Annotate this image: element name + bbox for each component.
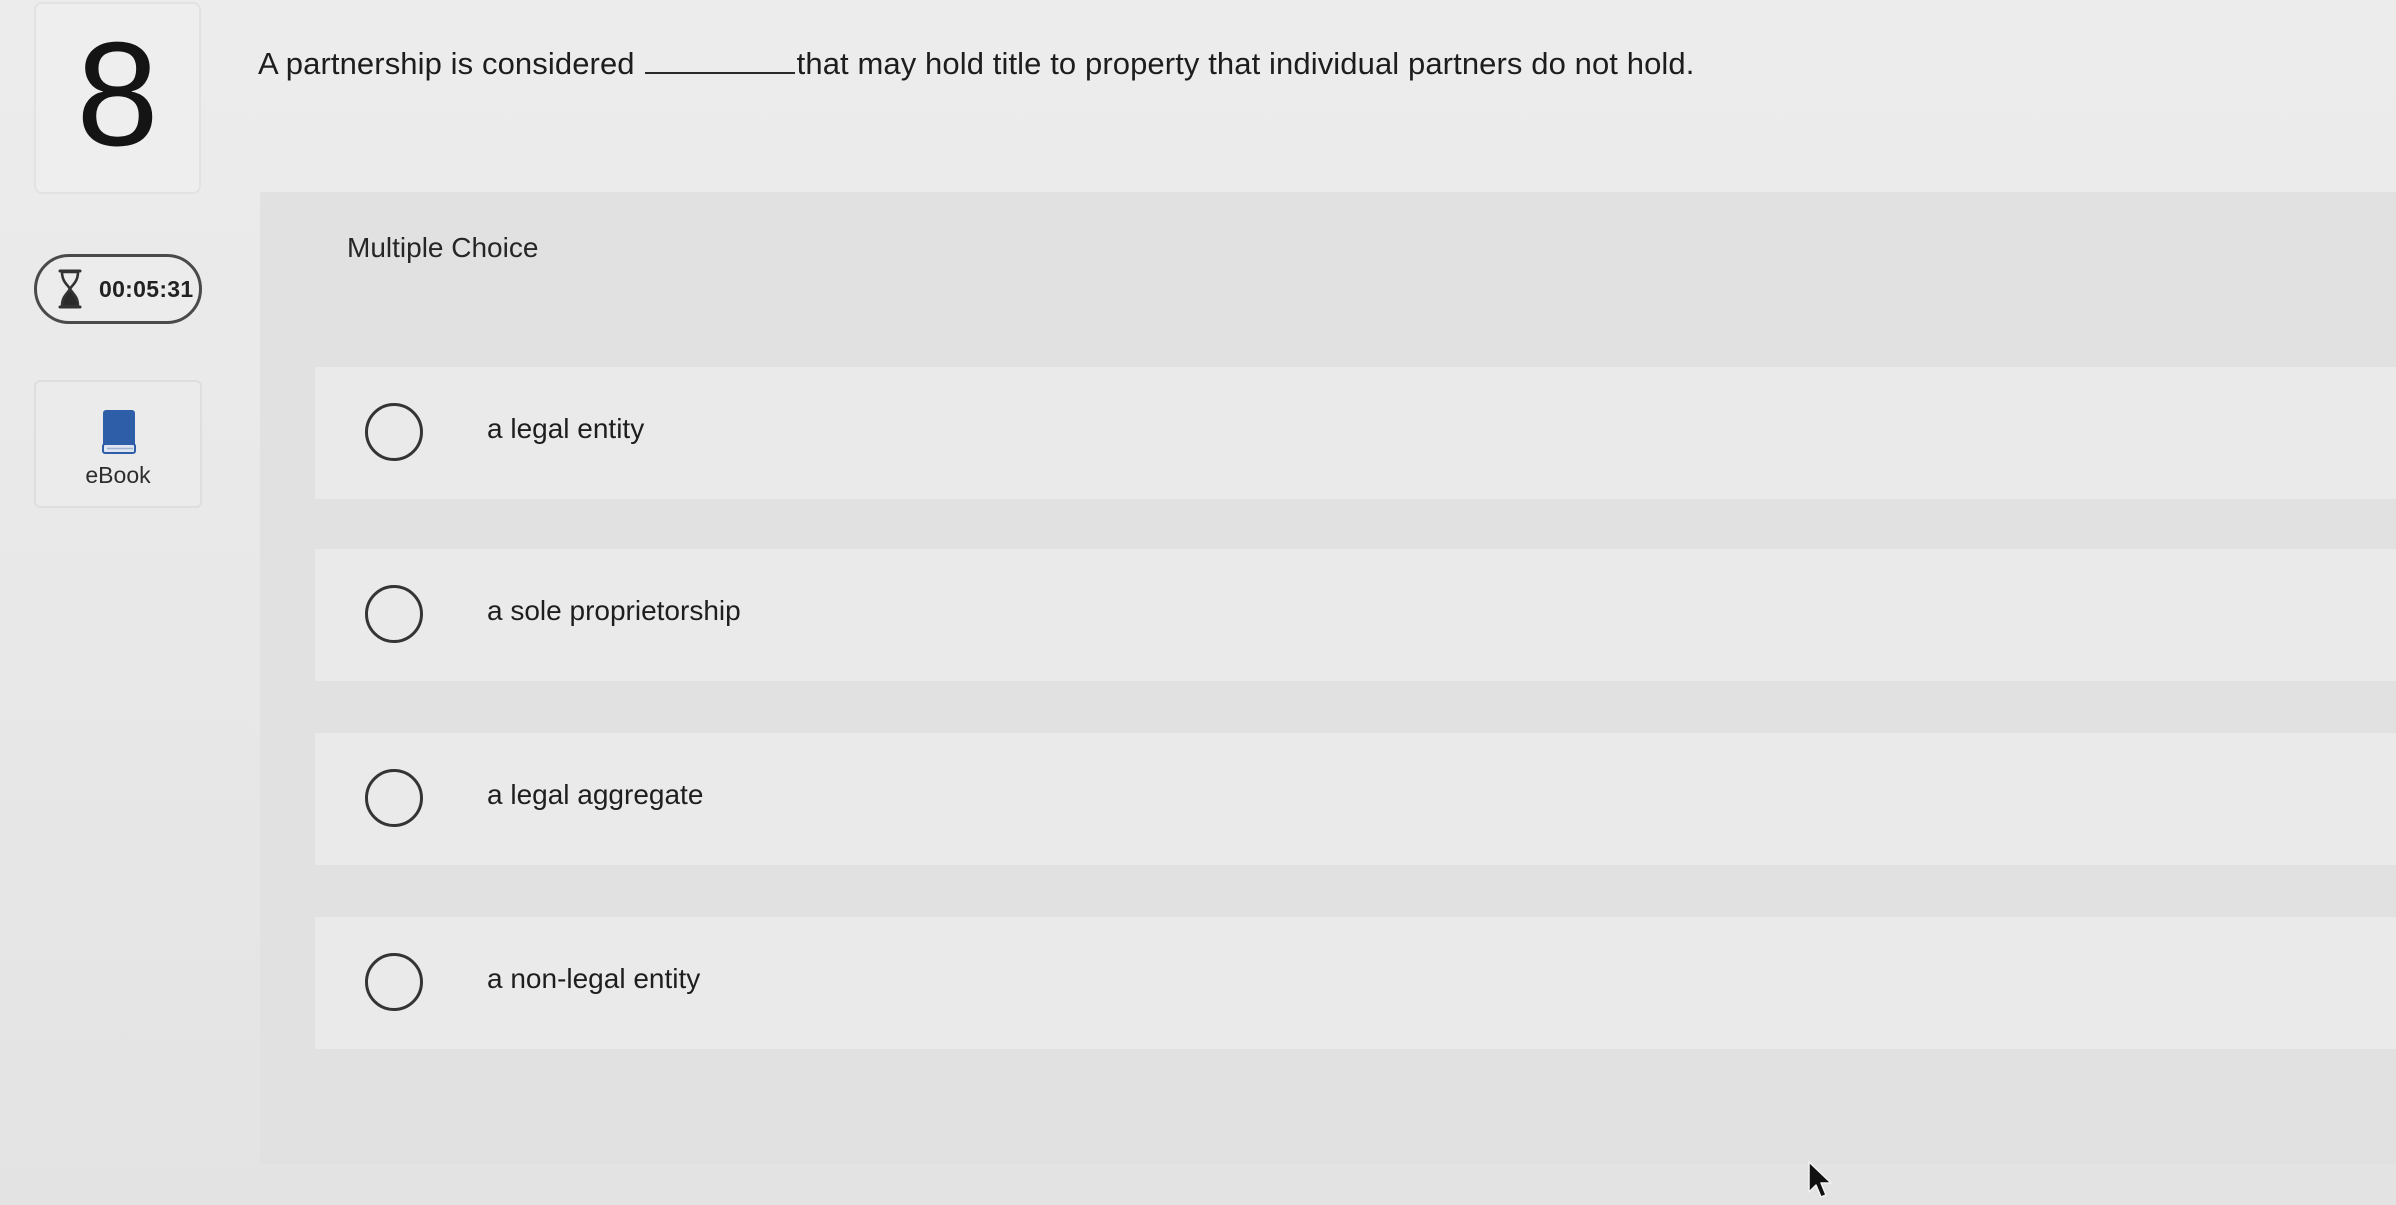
radio-button[interactable]: [365, 769, 423, 827]
question-text-before: A partnership is considered: [258, 46, 635, 81]
choice-option-3[interactable]: a legal aggregate: [315, 733, 2396, 865]
choice-label: a non-legal entity: [487, 963, 701, 994]
mouse-pointer-icon: [1808, 1161, 1832, 1198]
question-number: 8: [76, 12, 159, 177]
book-icon: [102, 410, 136, 454]
timer-value: 00:05:31: [99, 275, 194, 302]
answer-blank: [644, 54, 795, 74]
choice-label: a sole proprietorship: [487, 595, 741, 626]
question-text: A partnership is considered that may hold…: [258, 46, 1694, 82]
hourglass-icon: [58, 269, 82, 309]
choice-label: a legal entity: [487, 413, 645, 444]
question-text-after: that may hold title to property that ind…: [796, 46, 1695, 81]
timer: 00:05:31: [34, 254, 202, 324]
radio-button[interactable]: [365, 403, 423, 461]
choice-label: a legal aggregate: [487, 779, 704, 810]
question-type-label: Multiple Choice: [347, 232, 539, 263]
choice-option-1[interactable]: a legal entity: [315, 367, 2396, 499]
answer-panel: Multiple Choice a legal entity a sole pr…: [260, 192, 2396, 1164]
radio-button[interactable]: [365, 585, 423, 643]
radio-button[interactable]: [365, 953, 423, 1011]
question-number-box: 8: [34, 2, 201, 194]
choice-option-4[interactable]: a non-legal entity: [315, 917, 2396, 1049]
choice-option-2[interactable]: a sole proprietorship: [315, 549, 2396, 681]
ebook-label: eBook: [85, 462, 151, 488]
ebook-button[interactable]: eBook: [34, 380, 202, 508]
